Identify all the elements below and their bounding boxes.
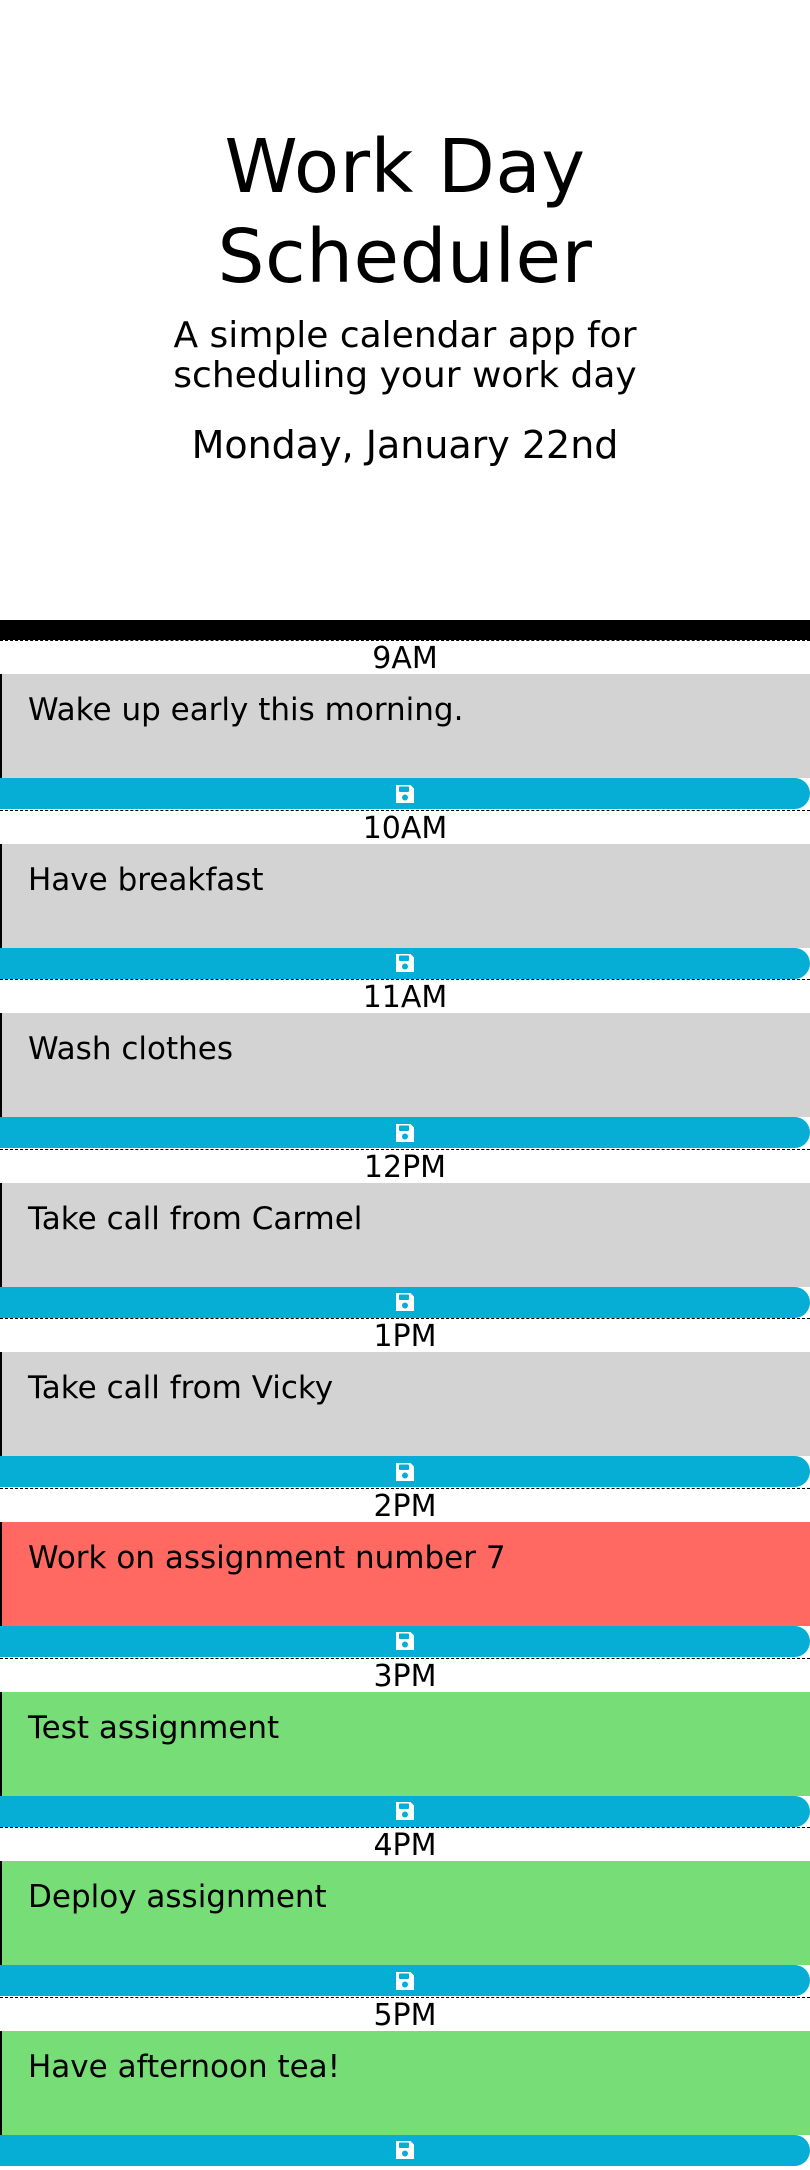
event-description[interactable]: Have afternoon tea! xyxy=(0,2030,810,2135)
header-divider xyxy=(0,620,810,640)
event-description[interactable]: Wake up early this morning. xyxy=(0,674,810,778)
hour-label: 12PM xyxy=(363,1149,447,1185)
save-icon xyxy=(396,1462,414,1481)
save-button[interactable] xyxy=(0,1795,810,1827)
page-title: Work Day Scheduler xyxy=(217,124,593,300)
save-button[interactable] xyxy=(0,947,810,979)
header: Work Day Scheduler A simple calendar app… xyxy=(0,0,810,620)
time-block: 11AM Wash clothes xyxy=(0,979,810,1149)
save-button[interactable] xyxy=(0,1117,810,1149)
save-button[interactable] xyxy=(0,1286,810,1318)
hour-label: 5PM xyxy=(373,1997,437,2033)
save-icon xyxy=(396,1971,414,1990)
save-button[interactable] xyxy=(0,1965,810,1997)
event-description[interactable]: Have breakfast xyxy=(0,843,810,948)
time-block: 12PM Take call from Carmel xyxy=(0,1148,810,1319)
time-block: 9AM Wake up early this morning. xyxy=(0,640,810,810)
save-icon xyxy=(396,1123,414,1142)
save-button[interactable] xyxy=(0,1625,810,1657)
hour-label: 2PM xyxy=(373,1488,437,1524)
event-description[interactable]: Deploy assignment xyxy=(0,1861,810,1966)
save-button[interactable] xyxy=(0,778,810,809)
event-description[interactable]: Test assignment xyxy=(0,1691,810,1796)
save-icon xyxy=(396,1632,414,1651)
save-icon xyxy=(396,784,414,803)
time-block: 10AM Have breakfast xyxy=(0,809,810,980)
save-button[interactable] xyxy=(0,1456,810,1488)
current-day: Monday, January 22nd xyxy=(191,423,619,467)
hour-label: 11AM xyxy=(362,980,448,1016)
time-block: 4PM Deploy assignment xyxy=(0,1827,810,1997)
save-button[interactable] xyxy=(0,2134,810,2166)
time-block: 3PM Test assignment xyxy=(0,1657,810,1828)
save-icon xyxy=(396,2141,414,2160)
time-block: 5PM Have afternoon tea! xyxy=(0,1996,810,2167)
event-description[interactable]: Work on assignment number 7 xyxy=(0,1521,810,1626)
save-icon xyxy=(396,954,414,973)
event-description[interactable]: Wash clothes xyxy=(0,1013,810,1118)
hour-label: 9AM xyxy=(372,641,438,676)
hour-label: 1PM xyxy=(373,1319,437,1355)
hour-label: 4PM xyxy=(373,1828,437,1864)
save-icon xyxy=(396,1293,414,1312)
time-block: 1PM Take call from Vicky xyxy=(0,1318,810,1488)
save-icon xyxy=(396,1802,414,1821)
time-block: 2PM Work on assignment number 7 xyxy=(0,1487,810,1658)
hour-label: 3PM xyxy=(373,1658,437,1694)
event-description[interactable]: Take call from Vicky xyxy=(0,1352,810,1457)
schedule: 9AM Wake up early this morning. 10AM Hav… xyxy=(0,640,810,2166)
event-description[interactable]: Take call from Carmel xyxy=(0,1182,810,1287)
hour-label: 10AM xyxy=(362,810,448,846)
page-subtitle: A simple calendar app for scheduling you… xyxy=(173,315,637,396)
